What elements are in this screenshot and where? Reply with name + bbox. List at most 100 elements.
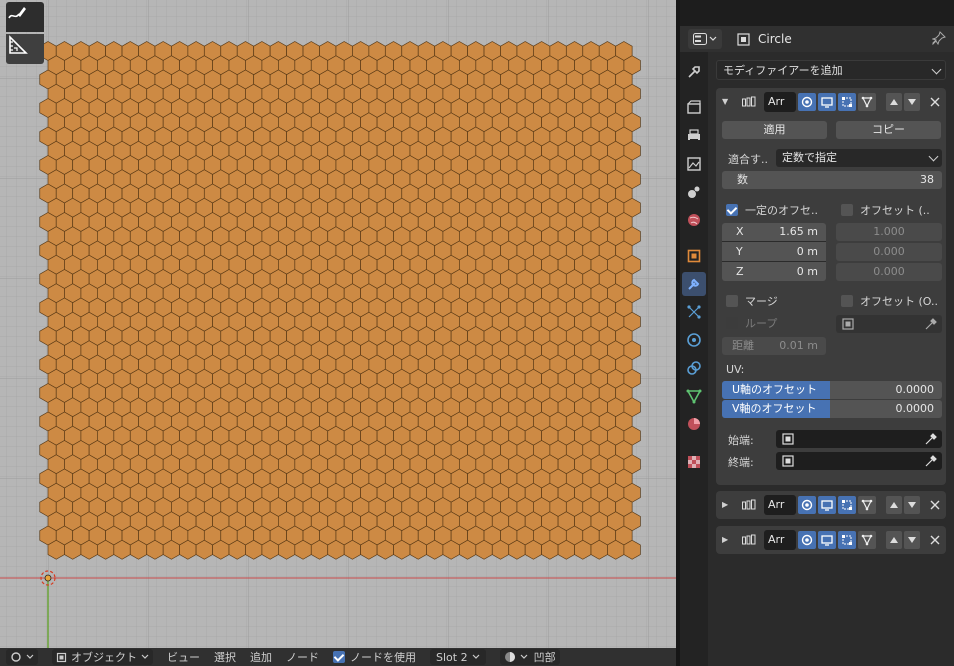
v-offset-field[interactable]: V軸のオフセット 0.0000 (722, 400, 942, 418)
menu-add[interactable]: 追加 (250, 649, 272, 665)
modifier-header[interactable]: ▶ Arr (716, 491, 946, 519)
use-nodes-checkbox[interactable] (333, 651, 345, 663)
eyedropper-icon[interactable] (924, 432, 938, 446)
relative-offset-y-field[interactable]: 0.000 (836, 243, 942, 261)
fit-type-dropdown[interactable]: 定数で指定 (776, 149, 942, 167)
use-nodes-toggle[interactable]: ノードを使用 (333, 649, 416, 665)
menu-view[interactable]: ビュー (167, 649, 200, 665)
annotate-tool-button[interactable] (6, 2, 44, 32)
collapse-caret-icon[interactable]: ▼ (722, 97, 728, 106)
tab-particles[interactable] (682, 300, 706, 324)
relative-offset-checkbox[interactable] (841, 204, 853, 216)
editor-type-dropdown[interactable] (6, 649, 38, 665)
offset-y-field[interactable]: Y 0 m (722, 243, 826, 261)
on-cage-toggle[interactable] (858, 496, 876, 514)
remove-modifier-button[interactable] (928, 531, 942, 549)
measure-tool-button[interactable] (6, 34, 44, 64)
start-cap-label: 始端: (728, 434, 754, 447)
apply-button[interactable]: 適用 (722, 121, 827, 139)
modifier-name-field[interactable]: Arr (764, 530, 796, 550)
remove-modifier-button[interactable] (928, 496, 942, 514)
tab-constraints[interactable] (682, 356, 706, 380)
relative-offset-z-field[interactable]: 0.000 (836, 263, 942, 281)
tab-view-layer[interactable] (682, 152, 706, 176)
modifier-name-field[interactable]: Arr (764, 495, 796, 515)
object-properties-icon (687, 249, 701, 263)
modifier-name-field[interactable]: Arr (764, 92, 796, 112)
hexagon-mesh[interactable] (39, 41, 641, 560)
move-up-button[interactable] (886, 531, 902, 549)
object-icon (782, 455, 794, 467)
modifier-panel: モディファイアーを追加 ▼ Arr 適用 コピー 適合す.. 定数で指定 数 3… (708, 52, 954, 666)
modifier-header[interactable]: ▶ Arr (716, 526, 946, 554)
edit-cage-toggle[interactable] (798, 93, 816, 111)
tab-texture[interactable] (682, 450, 706, 474)
realtime-toggle[interactable] (818, 531, 836, 549)
viewport-canvas[interactable] (0, 0, 676, 648)
on-cage-toggle[interactable] (858, 531, 876, 549)
u-offset-field[interactable]: U軸のオフセット 0.0000 (722, 381, 942, 399)
offset-object-picker[interactable] (836, 315, 942, 333)
tab-output[interactable] (682, 124, 706, 148)
tab-object[interactable] (682, 244, 706, 268)
move-up-button[interactable] (886, 93, 902, 111)
add-modifier-dropdown[interactable]: モディファイアーを追加 (716, 60, 946, 80)
merge-distance-field[interactable]: 距離 0.01 m (722, 337, 826, 355)
move-down-button[interactable] (904, 496, 920, 514)
tab-modifiers[interactable] (682, 272, 706, 296)
object-mode-dropdown[interactable]: オブジェクト (52, 649, 153, 665)
object-offset-checkbox[interactable] (841, 295, 853, 307)
chevron-down-icon (26, 654, 34, 659)
edit-cage-toggle[interactable] (798, 496, 816, 514)
count-field[interactable]: 数 38 (722, 171, 942, 189)
3d-viewport[interactable] (0, 0, 676, 648)
remove-modifier-button[interactable] (928, 93, 942, 111)
editmode-toggle[interactable] (838, 496, 856, 514)
tab-material[interactable] (682, 412, 706, 436)
first-last-loop-checkbox[interactable] (726, 317, 738, 329)
start-cap-picker[interactable] (776, 430, 942, 448)
move-down-button[interactable] (904, 531, 920, 549)
offset-z-field[interactable]: Z 0 m (722, 263, 826, 281)
move-down-button[interactable] (904, 93, 920, 111)
expand-caret-icon[interactable]: ▶ (722, 535, 728, 544)
tab-physics[interactable] (682, 328, 706, 352)
realtime-toggle[interactable] (818, 496, 836, 514)
tab-tool[interactable] (682, 60, 706, 84)
move-up-button[interactable] (886, 496, 902, 514)
tab-data[interactable] (682, 384, 706, 408)
menu-select[interactable]: 選択 (214, 649, 236, 665)
editmode-toggle[interactable] (838, 531, 856, 549)
tab-world[interactable] (682, 208, 706, 232)
tab-render[interactable] (682, 96, 706, 120)
offset-z-label: Z (736, 265, 744, 278)
on-cage-toggle[interactable] (858, 93, 876, 111)
tab-scene[interactable] (682, 180, 706, 204)
offset-x-field[interactable]: X 1.65 m (722, 223, 826, 241)
properties-editor-type-button[interactable] (688, 29, 722, 49)
menu-node[interactable]: ノード (286, 649, 319, 665)
offset-y-label: Y (736, 245, 743, 258)
use-nodes-label: ノードを使用 (350, 651, 416, 664)
visibility-toggles (798, 93, 876, 111)
material-selector[interactable]: 凹部 (499, 649, 560, 665)
relative-offset-x-field[interactable]: 1.000 (836, 223, 942, 241)
slot-dropdown[interactable]: Slot 2 (430, 649, 486, 665)
copy-button[interactable]: コピー (836, 121, 941, 139)
eyedropper-icon[interactable] (924, 317, 938, 331)
visibility-toggles (798, 531, 876, 549)
editmode-toggle[interactable] (838, 93, 856, 111)
constant-offset-checkbox[interactable] (726, 204, 738, 216)
expand-caret-icon[interactable]: ▶ (722, 500, 728, 509)
chevron-down-icon (472, 654, 480, 659)
realtime-toggle[interactable] (818, 93, 836, 111)
tool-icon (688, 66, 700, 78)
merge-checkbox[interactable] (726, 295, 738, 307)
eyedropper-icon[interactable] (924, 454, 938, 468)
pin-icon[interactable] (932, 31, 946, 45)
array-modifier-icon (742, 499, 756, 510)
edit-cage-toggle[interactable] (798, 531, 816, 549)
modifier-header[interactable]: ▼ Arr (716, 88, 946, 116)
triangle-up-icon (890, 99, 898, 105)
end-cap-picker[interactable] (776, 452, 942, 470)
